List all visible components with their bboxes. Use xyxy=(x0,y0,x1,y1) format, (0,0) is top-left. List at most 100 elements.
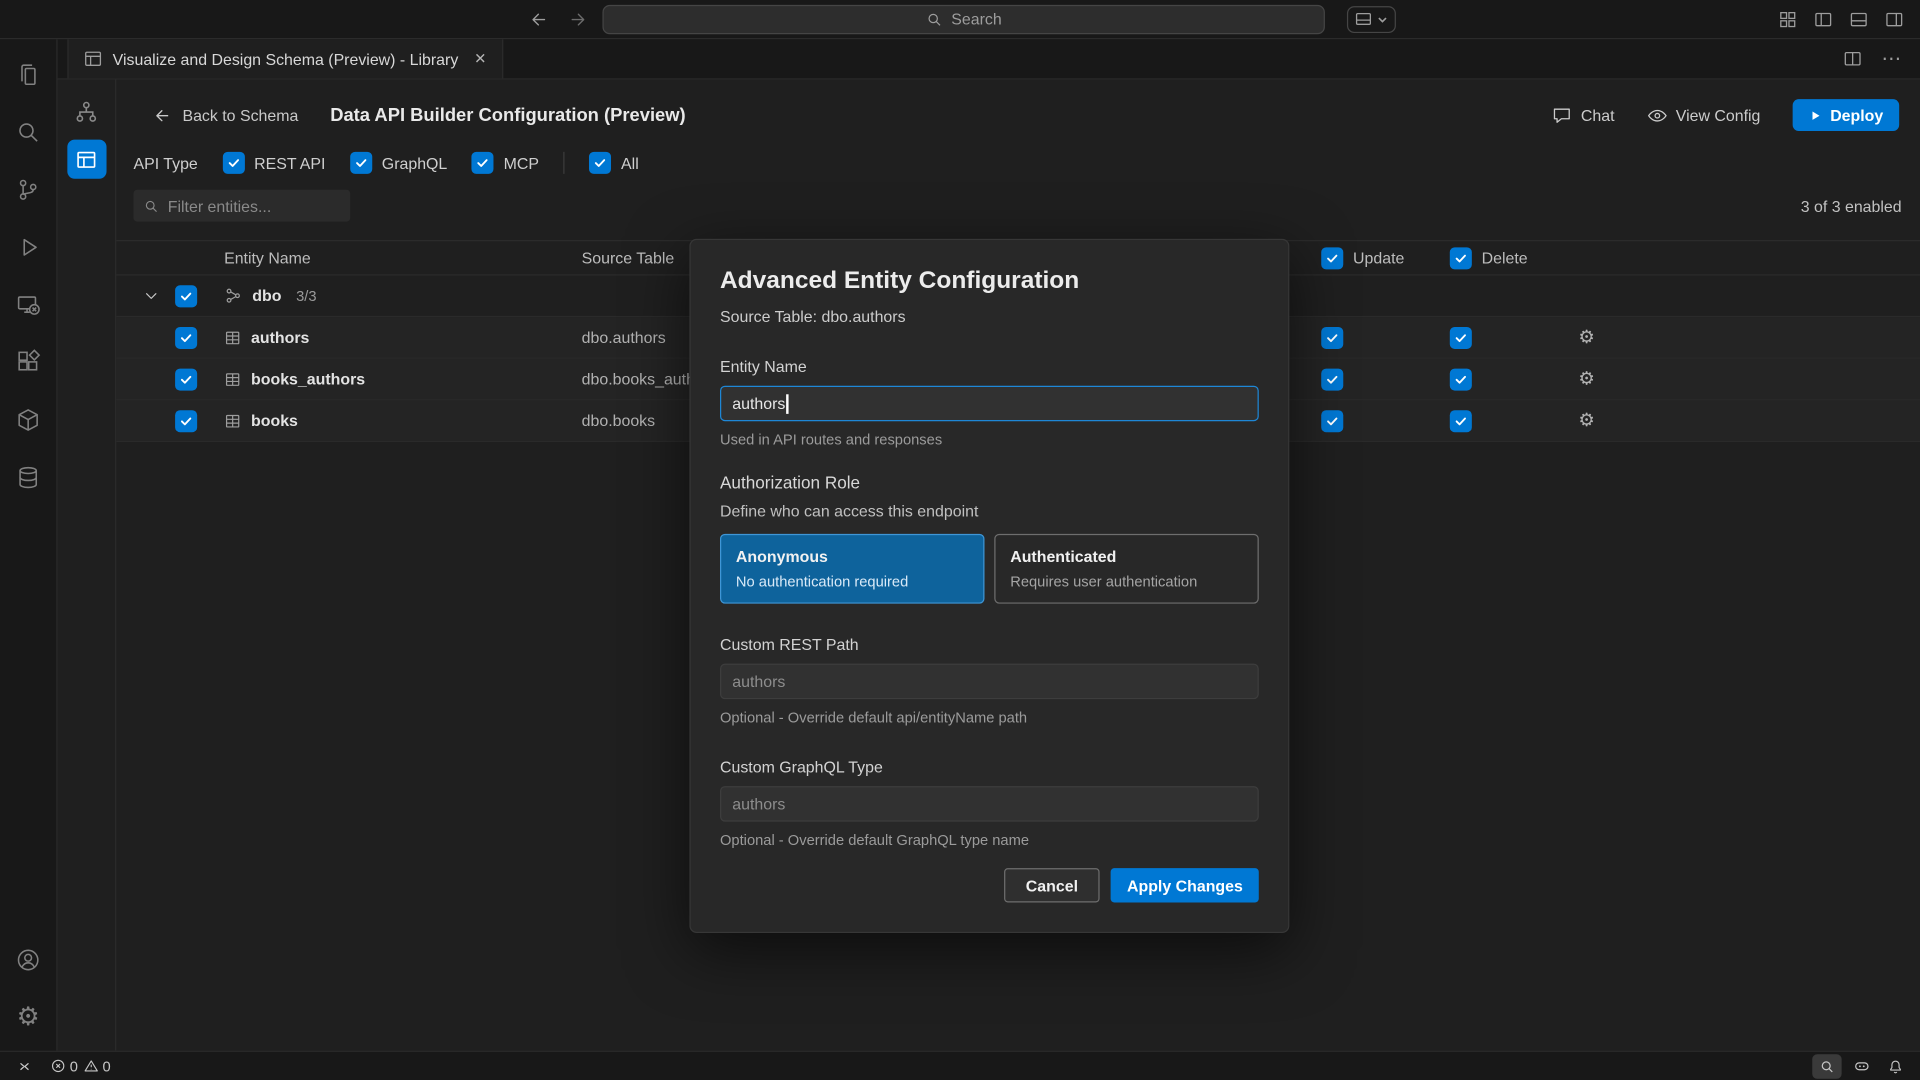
graphql-type-label: Custom GraphQL Type xyxy=(720,758,1259,776)
tab-visualize-schema[interactable]: Visualize and Design Schema (Preview) - … xyxy=(67,39,503,78)
filter-all[interactable]: All xyxy=(589,152,639,174)
chat-icon xyxy=(1551,105,1572,126)
nav-forward-icon[interactable] xyxy=(563,4,592,33)
remote-explorer-icon[interactable] xyxy=(0,276,57,334)
col-delete: Delete xyxy=(1450,247,1579,269)
entity-name-help: Used in API routes and responses xyxy=(720,431,1259,448)
entity-name-input[interactable]: authors xyxy=(720,386,1259,422)
play-icon xyxy=(1808,108,1821,121)
row-delete-checkbox[interactable] xyxy=(1450,326,1472,348)
global-search-input[interactable]: Search xyxy=(602,4,1324,33)
grid-layout-icon[interactable] xyxy=(1772,5,1804,34)
schema-group-icon xyxy=(224,287,242,305)
zoom-status-icon[interactable] xyxy=(1812,1054,1841,1078)
row-checkbox[interactable] xyxy=(175,410,197,432)
role-card-anonymous[interactable]: Anonymous No authentication required xyxy=(720,534,984,604)
all-checkbox[interactable] xyxy=(589,152,611,174)
table-entity-icon xyxy=(224,370,241,387)
eye-icon xyxy=(1646,105,1667,126)
filter-rest-api[interactable]: REST API xyxy=(222,152,325,174)
remote-window-icon[interactable] xyxy=(10,1054,39,1078)
graphql-type-input[interactable]: authors xyxy=(720,786,1259,822)
collapse-chevron-icon[interactable] xyxy=(133,288,167,304)
table-entity-icon xyxy=(224,412,241,429)
chat-button[interactable]: Chat xyxy=(1551,105,1614,126)
filter-entities-input[interactable]: Filter entities... xyxy=(133,190,350,222)
cancel-button[interactable]: Cancel xyxy=(1004,868,1100,902)
text-caret xyxy=(787,394,789,414)
filter-placeholder: Filter entities... xyxy=(168,197,272,215)
search-icon xyxy=(926,10,943,27)
row-settings-gear-icon[interactable]: ⚙ xyxy=(1578,411,1676,429)
authorization-role-help: Define who can access this endpoint xyxy=(720,502,1259,520)
database-icon[interactable] xyxy=(0,448,57,506)
settings-gear-icon[interactable]: ⚙ xyxy=(0,988,57,1046)
copilot-status-icon[interactable] xyxy=(1847,1054,1876,1078)
panel-layout-icon xyxy=(1354,10,1372,28)
deploy-button[interactable]: Deploy xyxy=(1792,99,1899,131)
row-settings-gear-icon[interactable]: ⚙ xyxy=(1578,370,1676,388)
layout-control-button[interactable] xyxy=(1347,6,1396,33)
graphql-checkbox[interactable] xyxy=(350,152,372,174)
row-update-checkbox[interactable] xyxy=(1321,326,1343,348)
update-all-checkbox[interactable] xyxy=(1321,247,1343,269)
delete-all-checkbox[interactable] xyxy=(1450,247,1472,269)
source-control-icon[interactable] xyxy=(0,160,57,218)
warning-count: 0 xyxy=(102,1057,110,1074)
view-config-button[interactable]: View Config xyxy=(1646,105,1760,126)
apply-changes-button[interactable]: Apply Changes xyxy=(1111,868,1259,902)
warning-icon xyxy=(83,1058,99,1074)
table-entity-icon xyxy=(224,329,241,346)
title-bar: Search xyxy=(0,0,1920,39)
run-debug-icon[interactable] xyxy=(0,218,57,276)
col-update: Update xyxy=(1321,247,1450,269)
graphql-type-help: Optional - Override default GraphQL type… xyxy=(720,831,1259,848)
activity-bar: ⚙ xyxy=(0,39,58,1050)
row-delete-checkbox[interactable] xyxy=(1450,410,1472,432)
entity-name-label: Entity Name xyxy=(720,358,1259,376)
group-checkbox[interactable] xyxy=(175,285,197,307)
more-actions-icon[interactable]: ⋯ xyxy=(1876,44,1908,73)
rest-path-help: Optional - Override default api/entityNa… xyxy=(720,709,1259,726)
nav-back-icon[interactable] xyxy=(524,4,553,33)
explorer-icon[interactable] xyxy=(0,45,57,103)
problems-indicator[interactable]: 0 0 xyxy=(50,1057,110,1074)
row-checkbox[interactable] xyxy=(175,368,197,390)
schema-preview-tab-icon xyxy=(83,49,103,69)
rest-api-checkbox[interactable] xyxy=(222,152,244,174)
back-arrow-icon xyxy=(153,106,171,124)
search-sidebar-icon[interactable] xyxy=(0,103,57,161)
split-editor-icon[interactable] xyxy=(1837,44,1869,73)
filter-search-icon xyxy=(143,198,159,214)
back-to-schema-link[interactable]: Back to Schema xyxy=(153,106,298,124)
row-settings-gear-icon[interactable]: ⚙ xyxy=(1578,328,1676,346)
toggle-sidebar-icon[interactable] xyxy=(1807,5,1839,34)
api-type-label: API Type xyxy=(133,154,197,172)
account-icon[interactable] xyxy=(0,931,57,989)
toggle-secondary-sidebar-icon[interactable] xyxy=(1878,5,1910,34)
api-builder-view-icon[interactable] xyxy=(67,140,106,179)
row-delete-checkbox[interactable] xyxy=(1450,368,1472,390)
row-checkbox[interactable] xyxy=(175,326,197,348)
role-card-authenticated[interactable]: Authenticated Requires user authenticati… xyxy=(994,534,1258,604)
schema-designer-icon[interactable] xyxy=(67,92,106,131)
error-icon xyxy=(50,1058,66,1074)
toggle-panel-icon[interactable] xyxy=(1843,5,1875,34)
page-title: Data API Builder Configuration (Preview) xyxy=(330,105,685,126)
col-entity-name: Entity Name xyxy=(204,249,571,267)
search-placeholder: Search xyxy=(951,10,1001,28)
notifications-bell-icon[interactable] xyxy=(1881,1054,1910,1078)
tab-close-icon[interactable]: ✕ xyxy=(468,47,492,71)
extensions-icon[interactable] xyxy=(0,333,57,391)
status-bar: 0 0 xyxy=(0,1051,1920,1080)
filter-mcp[interactable]: MCP xyxy=(472,152,539,174)
package-icon[interactable] xyxy=(0,391,57,449)
tab-bar: Visualize and Design Schema (Preview) - … xyxy=(58,39,1920,79)
filter-graphql[interactable]: GraphQL xyxy=(350,152,447,174)
mcp-checkbox[interactable] xyxy=(472,152,494,174)
row-update-checkbox[interactable] xyxy=(1321,368,1343,390)
row-update-checkbox[interactable] xyxy=(1321,410,1343,432)
error-count: 0 xyxy=(70,1057,78,1074)
dialog-source-table: Source Table: dbo.authors xyxy=(720,307,1259,325)
rest-path-input[interactable]: authors xyxy=(720,664,1259,700)
